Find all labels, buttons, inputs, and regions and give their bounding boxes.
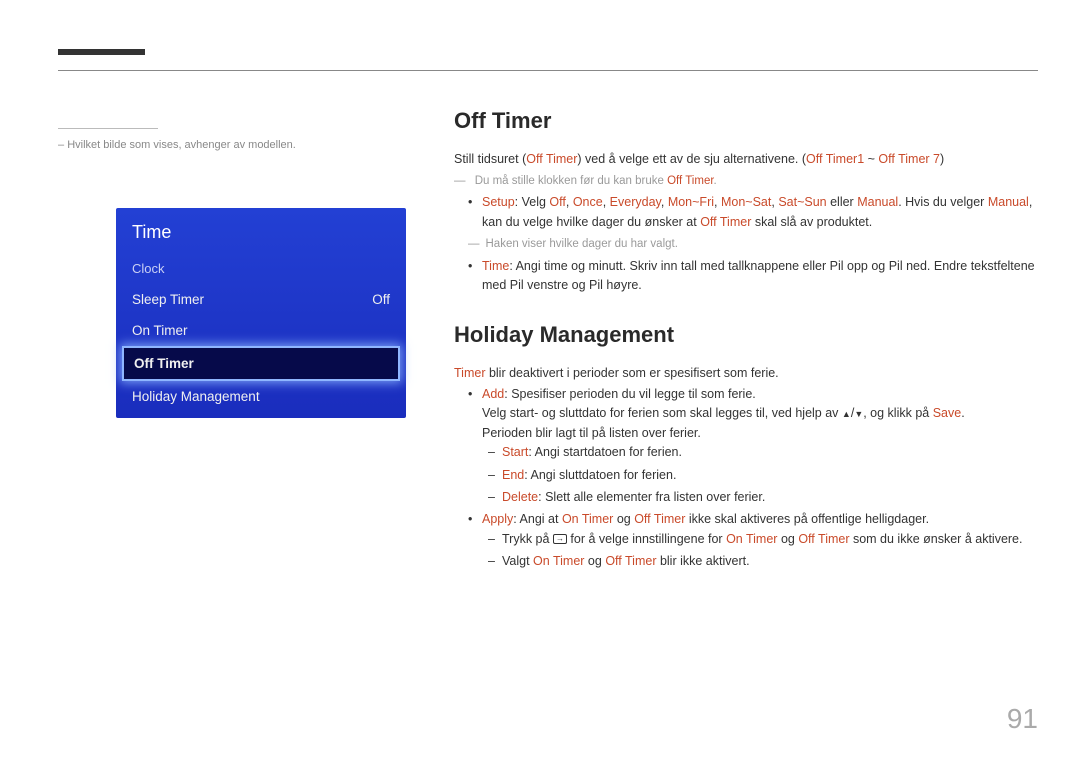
sidebar-caption: – Hvilket bilde som vises, avhenger av m… xyxy=(58,118,348,151)
note-checkmark-days: Haken viser hvilke dager du har valgt. xyxy=(468,236,1038,254)
sidebar-column: Time Clock Sleep Timer Off On Timer Off … xyxy=(58,104,348,151)
menu-item-sleep-timer[interactable]: Sleep Timer Off xyxy=(116,284,406,315)
main-content: Off Timer Still tidsuret (Off Timer) ved… xyxy=(454,104,1038,575)
off-timer-intro: Still tidsuret (Off Timer) ved å velge e… xyxy=(454,150,1038,169)
arrow-up-icon xyxy=(842,406,851,420)
enter-button-icon xyxy=(553,534,567,544)
header-accent-bar xyxy=(58,49,145,55)
subitem-delete: Delete: Slett alle elementer fra listen … xyxy=(502,488,1038,507)
apply-subitems: Trykk på for å velge innstillingene for … xyxy=(482,530,1038,572)
menu-item-clock[interactable]: Clock xyxy=(116,253,406,284)
menu-item-label: Holiday Management xyxy=(132,389,260,404)
bullet-add: Add: Spesifiser perioden du vil legge ti… xyxy=(482,385,1038,507)
menu-item-holiday-management[interactable]: Holiday Management xyxy=(116,381,406,412)
menu-item-label: Off Timer xyxy=(134,356,194,371)
heading-off-timer: Off Timer xyxy=(454,104,1038,138)
caption-text: Hvilket bilde som vises, avhenger av mod… xyxy=(67,139,296,151)
arrow-down-icon xyxy=(854,406,863,420)
time-menu-title: Time xyxy=(116,216,406,253)
caption-dash: – xyxy=(58,139,64,151)
bullet-apply: Apply: Angi at On Timer og Off Timer ikk… xyxy=(482,510,1038,571)
caption-rule xyxy=(58,128,158,129)
menu-item-label: On Timer xyxy=(132,323,188,338)
menu-item-label: Sleep Timer xyxy=(132,292,204,307)
off-timer-bullets: Setup: Velg Off, Once, Everyday, Mon~Fri… xyxy=(454,193,1038,295)
menu-item-off-timer[interactable]: Off Timer xyxy=(122,346,400,381)
note-set-clock: Du må stille klokken før du kan bruke Of… xyxy=(454,173,1038,191)
subitem-start: Start: Angi startdatoen for ferien. xyxy=(502,443,1038,462)
menu-item-on-timer[interactable]: On Timer xyxy=(116,315,406,346)
bullet-time: Time: Angi time og minutt. Skriv inn tal… xyxy=(482,257,1038,296)
keyword-off-timer-7: Off Timer 7 xyxy=(878,152,940,166)
holiday-bullets: Add: Spesifiser perioden du vil legge ti… xyxy=(454,385,1038,571)
add-subitems: Start: Angi startdatoen for ferien. End:… xyxy=(482,443,1038,507)
keyword-off-timer: Off Timer xyxy=(526,152,577,166)
subitem-selected: Valgt On Timer og Off Timer blir ikke ak… xyxy=(502,552,1038,571)
subitem-end: End: Angi sluttdatoen for ferien. xyxy=(502,466,1038,485)
heading-holiday-management: Holiday Management xyxy=(454,318,1038,352)
page-number: 91 xyxy=(1007,703,1038,735)
bullet-setup: Setup: Velg Off, Once, Everyday, Mon~Fri… xyxy=(482,193,1038,254)
time-menu-panel: Time Clock Sleep Timer Off On Timer Off … xyxy=(116,208,406,418)
holiday-intro: Timer blir deaktivert i perioder som er … xyxy=(454,364,1038,383)
keyword-off-timer-1: Off Timer1 xyxy=(806,152,864,166)
menu-item-value: Off xyxy=(372,292,390,307)
menu-item-label: Clock xyxy=(132,261,165,276)
subitem-press: Trykk på for å velge innstillingene for … xyxy=(502,530,1038,549)
header-rule xyxy=(58,70,1038,71)
